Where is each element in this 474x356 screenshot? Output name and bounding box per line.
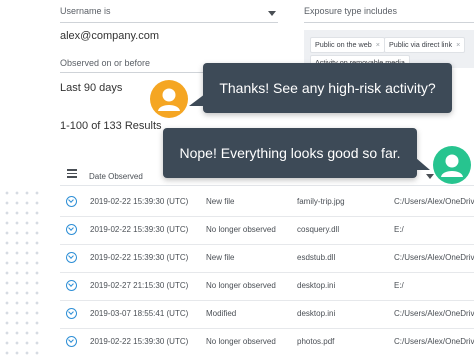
date-cell: 2019-02-27 21:15:30 (UTC) xyxy=(90,281,189,290)
chat-bubble-agent: Nope! Everything looks good so far. xyxy=(163,128,417,178)
file-cell: cosquery.dll xyxy=(297,225,340,234)
table-row[interactable]: 2019-02-22 15:39:30 (UTC) New file esdst… xyxy=(60,244,474,273)
path-cell: C:/Users/Alex/OneDrive xyxy=(394,337,474,346)
path-cell: C:/Users/Alex/OneDrive xyxy=(394,309,474,318)
exposure-filter-underline xyxy=(304,22,474,23)
exposure-filter-label: Exposure type includes xyxy=(304,6,398,16)
table-row[interactable]: 2019-02-22 15:39:30 (UTC) New file famil… xyxy=(60,188,474,217)
expand-row-icon[interactable] xyxy=(66,252,77,263)
remove-chip-icon[interactable]: × xyxy=(376,40,380,49)
table-row[interactable]: 2019-03-07 18:55:41 (UTC) Modified deskt… xyxy=(60,300,474,329)
table-row[interactable]: 2019-02-22 15:39:30 (UTC) No longer obse… xyxy=(60,328,474,356)
chat-message-user: Thanks! See any high-risk activity? xyxy=(219,80,436,96)
chip-label: Public via direct link xyxy=(389,40,453,49)
event-cell: No longer observed xyxy=(206,337,276,346)
file-cell: desktop.ini xyxy=(297,281,336,290)
table-header-divider xyxy=(60,185,474,186)
date-cell: 2019-02-22 15:39:30 (UTC) xyxy=(90,197,189,206)
user-avatar xyxy=(150,80,188,118)
observed-filter-label: Observed on or before xyxy=(60,58,151,68)
remove-chip-icon[interactable]: × xyxy=(456,40,460,49)
date-cell: 2019-02-22 15:39:30 (UTC) xyxy=(90,253,189,262)
person-icon xyxy=(158,88,180,111)
expand-row-icon[interactable] xyxy=(66,224,77,235)
column-menu-icon[interactable] xyxy=(67,169,77,178)
file-cell: esdstub.dll xyxy=(297,253,336,262)
exposure-chip-public-web[interactable]: Public on the web × xyxy=(310,37,385,53)
person-icon xyxy=(441,154,463,177)
path-cell: C:/Users/Alex/OneDrive xyxy=(394,253,474,262)
decorative-dot-grid xyxy=(0,186,40,355)
observed-value[interactable]: Last 90 days xyxy=(60,82,122,94)
event-cell: No longer observed xyxy=(206,225,276,234)
path-cell: E:/ xyxy=(394,281,404,290)
path-cell: C:/Users/Alex/OneDrive xyxy=(394,197,474,206)
file-cell: family-trip.jpg xyxy=(297,197,345,206)
expand-row-icon[interactable] xyxy=(66,308,77,319)
expand-row-icon[interactable] xyxy=(66,280,77,291)
username-filter-underline xyxy=(60,22,278,23)
table-row[interactable]: 2019-02-27 21:15:30 (UTC) No longer obse… xyxy=(60,272,474,301)
date-cell: 2019-02-22 15:39:30 (UTC) xyxy=(90,225,189,234)
support-agent-avatar xyxy=(433,146,471,184)
chat-bubble-user: Thanks! See any high-risk activity? xyxy=(203,63,452,113)
event-cell: Modified xyxy=(206,309,237,318)
file-cell: desktop.ini xyxy=(297,309,336,318)
username-filter-label: Username is xyxy=(60,6,111,16)
date-cell: 2019-03-07 18:55:41 (UTC) xyxy=(90,309,189,318)
expand-row-icon[interactable] xyxy=(66,336,77,347)
chat-bubble-agent-tail xyxy=(416,158,430,170)
date-cell: 2019-02-22 15:39:30 (UTC) xyxy=(90,337,189,346)
file-cell: photos.pdf xyxy=(297,337,335,346)
event-cell: New file xyxy=(206,253,235,262)
date-observed-column-header[interactable]: Date Observed xyxy=(89,172,143,181)
results-count: 1-100 of 133 Results xyxy=(60,120,162,132)
username-dropdown-chevron-icon[interactable] xyxy=(268,11,276,16)
table-row[interactable]: 2019-02-22 15:39:30 (UTC) No longer obse… xyxy=(60,216,474,245)
username-value[interactable]: alex@company.com xyxy=(60,30,159,42)
path-cell: E:/ xyxy=(394,225,404,234)
event-cell: No longer observed xyxy=(206,281,276,290)
expand-row-icon[interactable] xyxy=(66,196,77,207)
chip-label: Public on the web xyxy=(315,40,372,49)
exposure-chip-direct-link[interactable]: Public via direct link × xyxy=(384,37,466,53)
chat-bubble-user-tail xyxy=(189,94,205,106)
chat-message-agent: Nope! Everything looks good so far. xyxy=(179,145,401,161)
event-cell: New file xyxy=(206,197,235,206)
